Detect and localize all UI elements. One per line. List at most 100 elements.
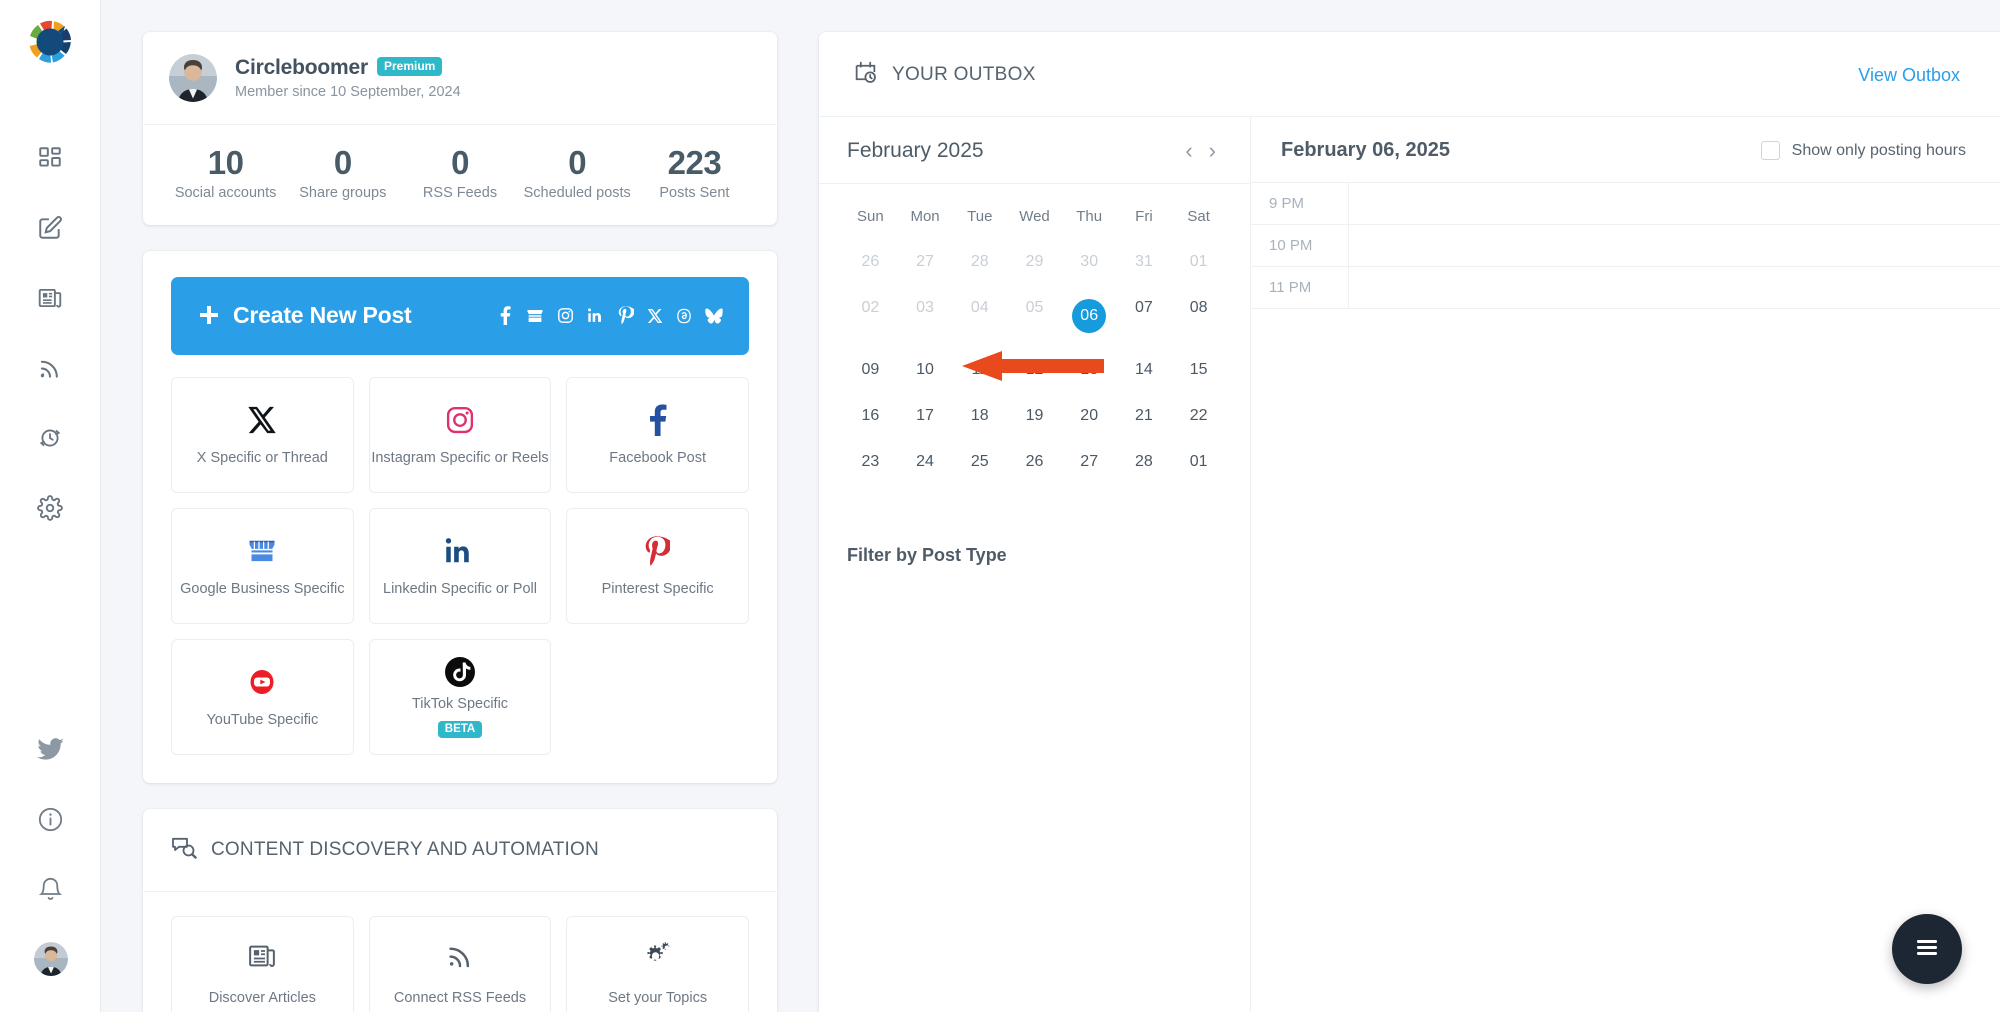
calendar-day[interactable]: 23 [843, 439, 898, 485]
calendar-day[interactable]: 27 [1062, 439, 1117, 485]
content-discovery-card-label: Connect RSS Feeds [393, 990, 527, 1007]
calendar-day-number: 03 [916, 299, 934, 316]
calendar-day[interactable]: 03 [898, 285, 953, 347]
calendar-day[interactable]: 29 [1007, 239, 1062, 285]
calendar-day[interactable]: 08 [1171, 285, 1226, 347]
calendar-day-selected[interactable]: 06 [1062, 285, 1117, 347]
calendar-day[interactable]: 01 [1171, 439, 1226, 485]
hour-slot[interactable] [1349, 183, 2000, 224]
view-outbox-link[interactable]: View Outbox [1858, 65, 1960, 86]
calendar-day-number: 18 [970, 407, 989, 424]
post-type-card[interactable]: Instagram Specific or Reels [368, 376, 552, 493]
hour-slot[interactable] [1349, 267, 2000, 308]
calendar-day[interactable]: 09 [843, 347, 898, 393]
calendar-day[interactable]: 25 [952, 439, 1007, 485]
content-discovery-card-item[interactable]: Discover Articles [171, 915, 354, 1012]
post-type-card[interactable]: X Specific or Thread [171, 376, 354, 493]
sidebar-item-twitter[interactable] [0, 714, 101, 784]
calendar-day[interactable]: 30 [1062, 239, 1117, 285]
calendar-prev-button[interactable]: ‹ [1177, 140, 1200, 162]
day-header: February 06, 2025 Show only posting hour… [1251, 117, 2000, 183]
content-discovery-card-item[interactable]: Connect RSS Feeds [368, 915, 552, 1012]
post-type-card[interactable]: TikTok Specific BETA [368, 638, 552, 755]
calendar-day[interactable]: 14 [1117, 347, 1172, 393]
stat-value: 0 [451, 144, 469, 181]
calendar-day[interactable]: 21 [1117, 393, 1172, 439]
calendar-next-button[interactable]: › [1201, 140, 1224, 162]
hour-row: 11 PM [1251, 267, 2000, 309]
calendar-day[interactable]: 05 [1007, 285, 1062, 347]
post-type-card[interactable]: Facebook Post [566, 376, 749, 493]
hour-label: 10 PM [1251, 225, 1349, 266]
calendar-day[interactable]: 17 [898, 393, 953, 439]
calendar-day[interactable]: 01 [1171, 239, 1226, 285]
stat-value: 10 [207, 144, 244, 181]
pinterest-icon [618, 306, 634, 325]
post-type-card[interactable]: YouTube Specific [171, 638, 354, 755]
stat-value: 223 [667, 144, 722, 181]
sidebar-item-info[interactable] [0, 784, 101, 854]
instagram-icon [445, 403, 475, 437]
post-type-card[interactable]: Google Business Specific [171, 507, 354, 624]
calendar-dow: Thu [1076, 208, 1103, 225]
profile-avatar[interactable] [169, 54, 217, 102]
post-type-label: Facebook Post [609, 450, 707, 467]
calendar-day[interactable]: 20 [1062, 393, 1117, 439]
plus-icon [197, 300, 221, 332]
calendar-week-row: 26 27 28 29 30 31 01 [843, 239, 1226, 285]
youtube-icon [245, 665, 279, 699]
calendar-day[interactable]: 28 [1117, 439, 1172, 485]
content-discovery-card-item[interactable]: Set your Topics [566, 915, 749, 1012]
calendar-day[interactable]: 16 [843, 393, 898, 439]
calendar-day[interactable]: 18 [952, 393, 1007, 439]
sidebar-item-dashboard[interactable] [0, 123, 101, 193]
sidebar-item-notifications[interactable] [0, 854, 101, 924]
calendar-day[interactable]: 13 [1062, 347, 1117, 393]
calendar-day-number: 11 [971, 361, 989, 378]
sidebar-item-articles[interactable] [0, 263, 101, 333]
calendar-day[interactable]: 31 [1117, 239, 1172, 285]
calendar-day[interactable]: 07 [1117, 285, 1172, 347]
profile-row: Circleboomer Premium Member since 10 Sep… [143, 32, 777, 125]
sidebar-item-queue[interactable] [0, 403, 101, 473]
calendar-day[interactable]: 24 [898, 439, 953, 485]
show-posting-hours-toggle[interactable]: Show only posting hours [1760, 141, 1966, 160]
calendar-day-number: 27 [1080, 453, 1099, 470]
calendar-day-number: 04 [970, 299, 989, 316]
sidebar-item-settings[interactable] [0, 473, 101, 543]
calendar-day[interactable]: 27 [898, 239, 953, 285]
sidebar-item-rss[interactable] [0, 333, 101, 403]
calendar-day[interactable]: 19 [1007, 393, 1062, 439]
circleboom-logo[interactable] [24, 16, 76, 73]
sidebar-item-compose[interactable] [0, 193, 101, 263]
calendar-day-number: 01 [1189, 253, 1208, 270]
calendar-day[interactable]: 28 [952, 239, 1007, 285]
calendar-day[interactable]: 15 [1171, 347, 1226, 393]
show-posting-hours-checkbox[interactable] [1760, 141, 1780, 160]
calendar-week-row: 16 17 18 19 20 21 22 [843, 393, 1226, 439]
post-type-card[interactable]: Linkedin Specific or Poll [368, 507, 552, 624]
calendar-dow-row: Sun Mon Tue Wed Thu Fri Sat [843, 196, 1226, 239]
stat-value: 0 [568, 144, 587, 181]
calendar-day[interactable]: 26 [843, 239, 898, 285]
newspaper-icon [37, 285, 63, 311]
calendar-day[interactable]: 04 [952, 285, 1007, 347]
calendar-day[interactable]: 02 [843, 285, 898, 347]
sidebar-item-account[interactable] [0, 924, 101, 994]
left-sidebar [0, 0, 101, 1012]
post-type-card[interactable]: Pinterest Specific [566, 507, 749, 624]
linkedin-icon [587, 307, 605, 324]
calendar-day-number: 09 [861, 361, 880, 378]
create-new-post-button[interactable]: Create New Post [171, 276, 749, 355]
menu-fab-button[interactable] [1892, 914, 1962, 984]
hour-slot[interactable] [1349, 225, 2000, 266]
calendar-week-row: 23 24 25 26 27 28 01 [843, 439, 1226, 485]
calendar-day[interactable]: 12 [1007, 347, 1062, 393]
calendar-day[interactable]: 22 [1171, 393, 1226, 439]
show-posting-hours-label: Show only posting hours [1791, 141, 1966, 159]
calendar-day[interactable]: 26 [1007, 439, 1062, 485]
calendar-day-number: 02 [861, 299, 880, 316]
tiktok-icon [444, 655, 476, 689]
calendar-day[interactable]: 11 [952, 347, 1007, 393]
calendar-day[interactable]: 10 [898, 347, 953, 393]
